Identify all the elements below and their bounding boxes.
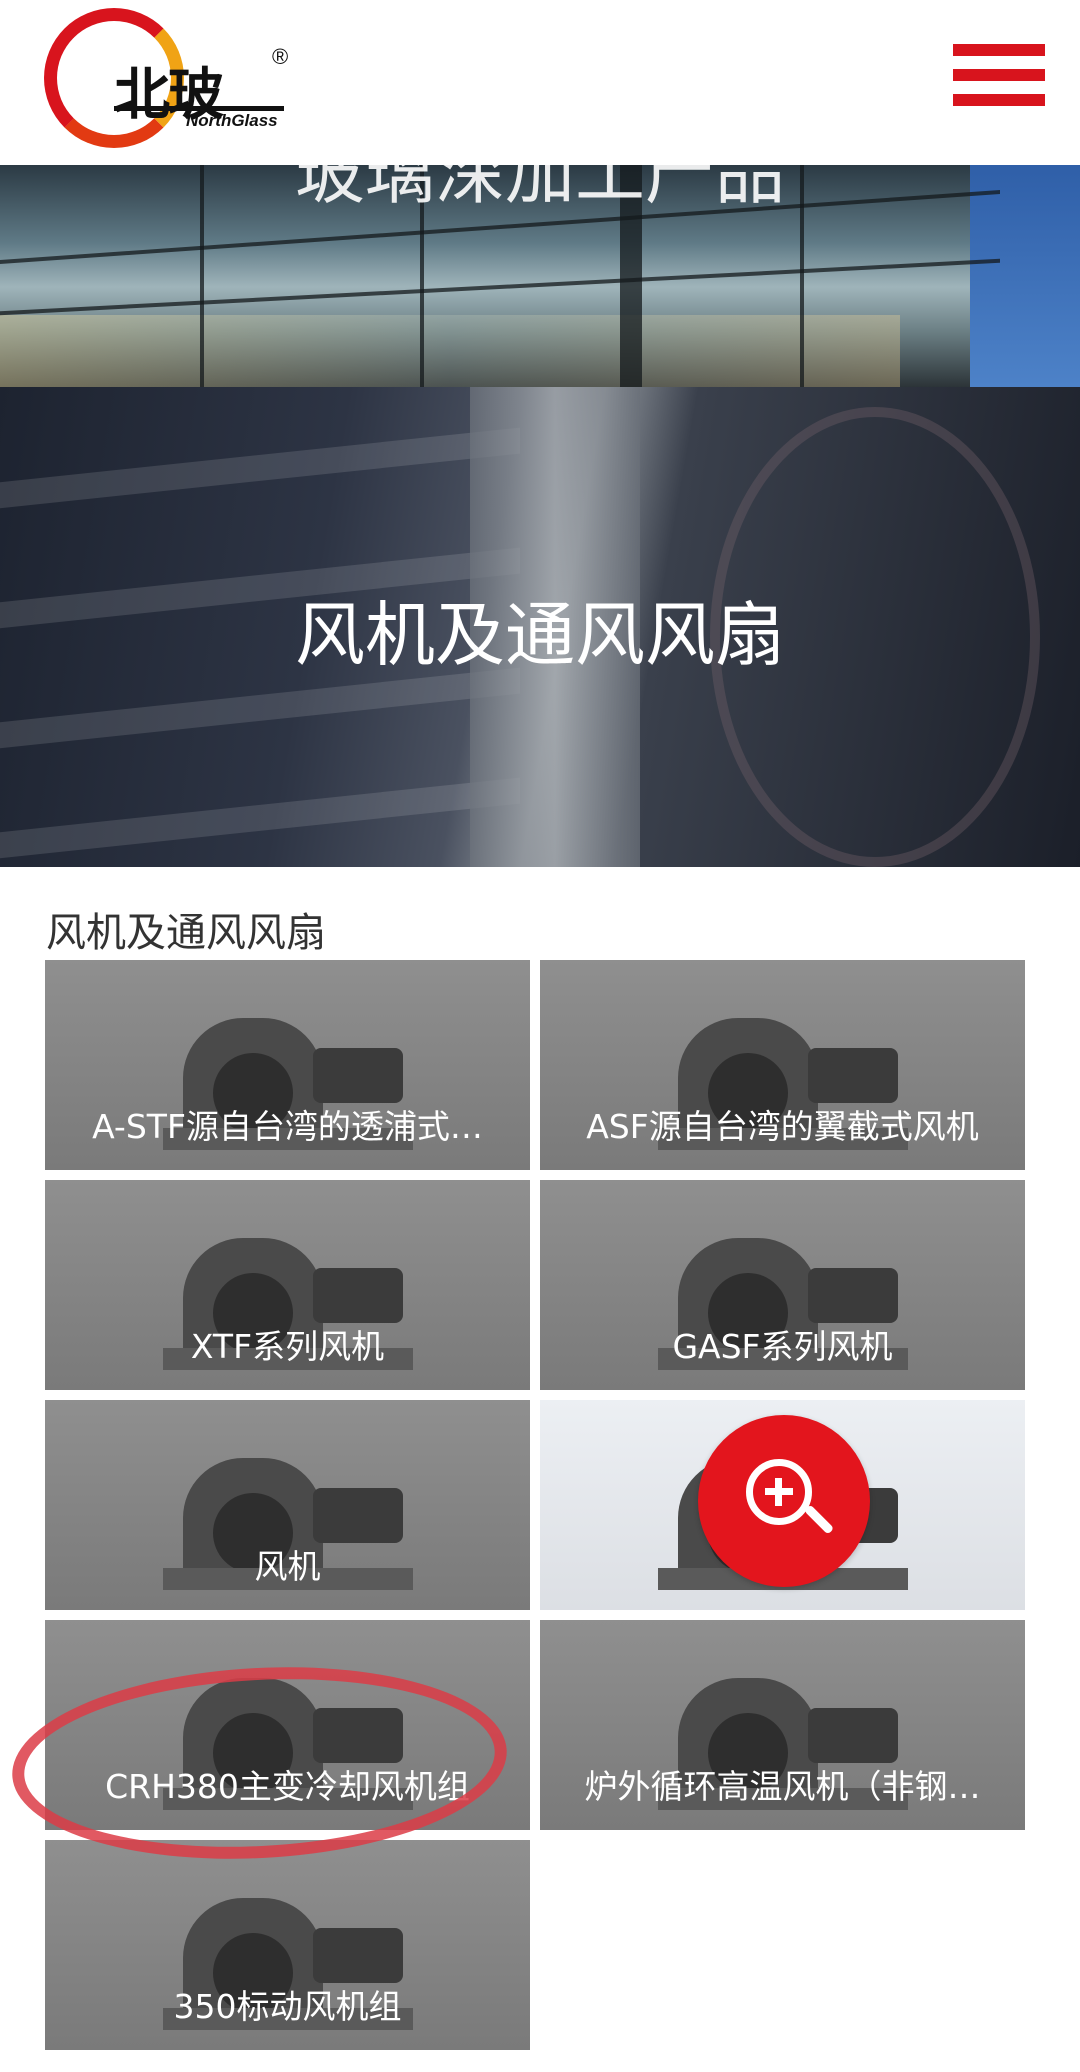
logo-subtitle: NorthGlass <box>186 111 278 130</box>
glass-processing-banner[interactable]: 玻璃深加工产品 <box>0 165 1080 387</box>
product-label: A-STF源自台湾的透浦式… <box>92 1107 483 1146</box>
product-card-gasf[interactable]: GASF系列风机 <box>540 1180 1025 1390</box>
magnifier-lens <box>746 1459 812 1525</box>
product-card-crh380[interactable]: CRH380主变冷却风机组 <box>45 1620 530 1830</box>
glass-banner-title: 玻璃深加工产品 <box>295 165 785 214</box>
menu-bar <box>953 94 1045 106</box>
banner-glow <box>0 315 900 387</box>
product-card-fan[interactable]: 风机 <box>45 1400 530 1610</box>
product-card-350[interactable]: 350标动风机组 <box>45 1840 530 2050</box>
product-label: CRH380主变冷却风机组 <box>105 1767 470 1806</box>
fan-banner-title: 风机及通风风扇 <box>295 594 785 676</box>
section-title: 风机及通风风扇 <box>46 910 326 956</box>
fan-category-banner: 风机及通风风扇 <box>0 387 1080 867</box>
product-card-asf[interactable]: ASF源自台湾的翼截式风机 <box>540 960 1025 1170</box>
northglass-logo[interactable]: 北玻 NorthGlass ® <box>44 8 304 148</box>
product-label: 炉外循环高温风机（非钢… <box>584 1767 981 1806</box>
fan-blade <box>0 427 520 513</box>
product-label: 350标动风机组 <box>173 1987 402 2026</box>
site-header: 北玻 NorthGlass ® <box>0 0 1080 165</box>
product-card-furnace-fan[interactable]: 炉外循环高温风机（非钢… <box>540 1620 1025 1830</box>
glass-frame-line <box>0 258 1000 316</box>
product-label: ASF源自台湾的翼截式风机 <box>586 1107 979 1146</box>
product-label: XTF系列风机 <box>190 1327 385 1366</box>
product-label: GASF系列风机 <box>672 1327 893 1366</box>
menu-bar <box>953 44 1045 56</box>
zoom-in-icon[interactable] <box>698 1415 870 1587</box>
menu-bar <box>953 69 1045 81</box>
fan-blade <box>0 667 520 753</box>
product-label: 风机 <box>254 1547 321 1586</box>
product-card-xtf[interactable]: XTF系列风机 <box>45 1180 530 1390</box>
registered-mark: ® <box>272 44 289 69</box>
magnifier-handle <box>803 1504 835 1535</box>
fan-blade <box>0 777 520 863</box>
hamburger-icon[interactable] <box>953 44 1045 106</box>
product-card-a-stf[interactable]: A-STF源自台湾的透浦式… <box>45 960 530 1170</box>
